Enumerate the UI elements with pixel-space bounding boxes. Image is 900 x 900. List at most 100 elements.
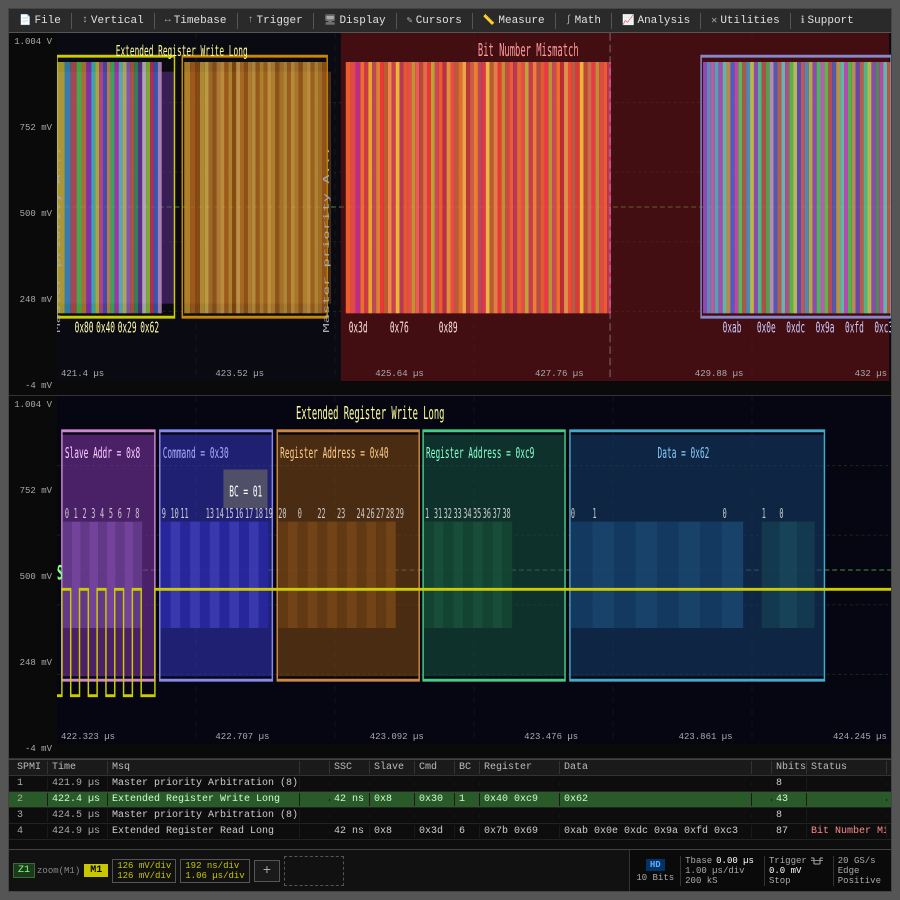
file-icon: 📄	[19, 15, 31, 27]
td-status-4: Bit Number Mi...	[807, 825, 887, 838]
zoom-source: zoom(M1)	[37, 866, 80, 876]
table-row[interactable]: 3 424.5 µs Master priority Arbitration (…	[9, 808, 891, 824]
by-label-2: 500 mV	[11, 572, 55, 582]
th-nbits: Nbits	[772, 761, 807, 774]
th-data: Data	[560, 761, 752, 774]
sep5	[396, 13, 397, 29]
svg-text:1: 1	[592, 505, 596, 521]
display-icon: 🖥	[324, 15, 337, 27]
menu-math[interactable]: ∫ Math	[560, 13, 607, 29]
by-label-1: 752 mV	[11, 486, 55, 496]
trigger-icons	[811, 856, 823, 866]
menu-vertical-label: Vertical	[91, 15, 144, 27]
edge-row-3: Positive	[838, 876, 881, 886]
th-status: Status	[807, 761, 887, 774]
bx-label-3: 423.476 µs	[524, 732, 578, 742]
menu-utilities[interactable]: ✕ Utilities	[705, 13, 785, 29]
wave-scale-4: 1.06 µs/div	[185, 871, 244, 881]
td-cmd-4: 0x3d	[415, 825, 455, 838]
top-wave-display: Bit Number Mismatch Extended Register Wr…	[57, 33, 891, 381]
td-blank-1	[300, 783, 330, 785]
svg-text:Slave Addr = 0x8: Slave Addr = 0x8	[65, 444, 140, 462]
td-msq-2: Extended Register Write Long	[108, 793, 300, 806]
svg-text:0x0e: 0x0e	[757, 319, 776, 337]
svg-text:29: 29	[396, 505, 404, 521]
top-waveform-canvas[interactable]: 1.004 V 752 mV 500 mV 248 mV -4 mV	[9, 33, 891, 395]
svg-text:1: 1	[425, 505, 429, 521]
td-data-2: 0x62	[560, 793, 752, 806]
menu-timebase[interactable]: ↔ Timebase	[159, 13, 233, 29]
edge-section: 20 GS/s Edge Positive	[833, 856, 885, 886]
bottom-waveform-canvas[interactable]: 1.004 V 752 mV 500 mV 248 mV -4 mV	[9, 396, 891, 758]
svg-text:36: 36	[483, 505, 491, 521]
td-nbits-2: 43	[772, 793, 807, 806]
menu-trigger-label: Trigger	[257, 15, 303, 27]
td-blank2-1	[752, 783, 772, 785]
svg-text:Data = 0x62: Data = 0x62	[658, 444, 710, 462]
svg-text:0: 0	[298, 505, 302, 521]
wave-scale-3: 192 ns/div	[185, 861, 244, 871]
svg-text:0xab: 0xab	[723, 319, 742, 337]
osc-area: 1.004 V 752 mV 500 mV 248 mV -4 mV	[9, 33, 891, 891]
menu-vertical[interactable]: ↕ Vertical	[76, 13, 150, 29]
zoom-info: Z1 zoom(M1)	[13, 863, 80, 878]
th-blank	[300, 761, 330, 774]
td-blank2-3	[752, 815, 772, 817]
td-reg-4: 0x7b 0x69	[480, 825, 560, 838]
td-blank2-4	[752, 831, 772, 833]
menu-support[interactable]: ℹ Support	[795, 13, 860, 29]
svg-text:34: 34	[463, 505, 471, 521]
top-waveform-panel: 1.004 V 752 mV 500 mV 248 mV -4 mV	[9, 33, 891, 396]
svg-text:27: 27	[376, 505, 384, 521]
trigger-row-3: Stop	[769, 876, 823, 886]
td-blank-2	[300, 799, 330, 801]
td-num-4: 4	[13, 825, 48, 838]
td-reg-3	[480, 815, 560, 817]
tbase-label: Tbase	[685, 856, 712, 866]
table-row[interactable]: 2 422.4 µs Extended Register Write Long …	[9, 792, 891, 808]
svg-text:17: 17	[245, 505, 253, 521]
main-window: 📄 File ↕ Vertical ↔ Timebase ↑ Trigger 🖥…	[8, 8, 892, 892]
y-label-3: 248 mV	[11, 295, 55, 305]
math-icon: ∫	[566, 15, 572, 26]
x-label-2: 425.64 µs	[375, 369, 424, 379]
table-row[interactable]: 4 424.9 µs Extended Register Read Long 4…	[9, 824, 891, 840]
menu-measure[interactable]: 📏 Measure	[477, 13, 551, 29]
svg-text:37: 37	[493, 505, 501, 521]
td-msq-3: Master priority Arbitration (8)	[108, 809, 300, 822]
menu-cursors[interactable]: ✎ Cursors	[401, 13, 468, 29]
svg-text:Master priority A...: Master priority A...	[57, 147, 62, 333]
td-cmd-3	[415, 815, 455, 817]
sep3	[237, 13, 238, 29]
svg-text:26: 26	[366, 505, 374, 521]
td-msq-4: Extended Register Read Long	[108, 825, 300, 838]
svg-text:15: 15	[225, 505, 233, 521]
svg-text:14: 14	[216, 505, 224, 521]
td-ssc-3	[330, 815, 370, 817]
y-label-4: -4 mV	[11, 381, 55, 391]
menu-display-label: Display	[339, 15, 385, 27]
td-msq-1: Master priority Arbitration (8)	[108, 777, 300, 790]
by-label-4: -4 mV	[11, 744, 55, 754]
td-status-1	[807, 783, 887, 785]
menu-support-label: Support	[808, 15, 854, 27]
svg-text:Bit Number Mismatch: Bit Number Mismatch	[478, 41, 579, 61]
td-ssc-1	[330, 783, 370, 785]
td-slave-2: 0x8	[370, 793, 415, 806]
menu-trigger[interactable]: ↑ Trigger	[242, 13, 309, 29]
svg-text:0: 0	[571, 505, 575, 521]
td-bc-4: 6	[455, 825, 480, 838]
add-button[interactable]: +	[254, 860, 280, 882]
sep4	[313, 13, 314, 29]
svg-text:0x29: 0x29	[118, 319, 137, 337]
menu-display[interactable]: 🖥 Display	[318, 13, 392, 29]
wave-scale-1: 126 mV/div	[117, 861, 171, 871]
svg-text:0x62: 0x62	[140, 319, 159, 337]
menu-file[interactable]: 📄 File	[13, 13, 67, 29]
m1-box[interactable]: M1	[84, 864, 108, 877]
svg-text:0x3d: 0x3d	[349, 319, 368, 337]
svg-text:BC = 01: BC = 01	[229, 483, 262, 501]
table-row[interactable]: 1 421.9 µs Master priority Arbitration (…	[9, 776, 891, 792]
menu-analysis[interactable]: 📈 Analysis	[616, 13, 696, 29]
td-bc-3	[455, 815, 480, 817]
